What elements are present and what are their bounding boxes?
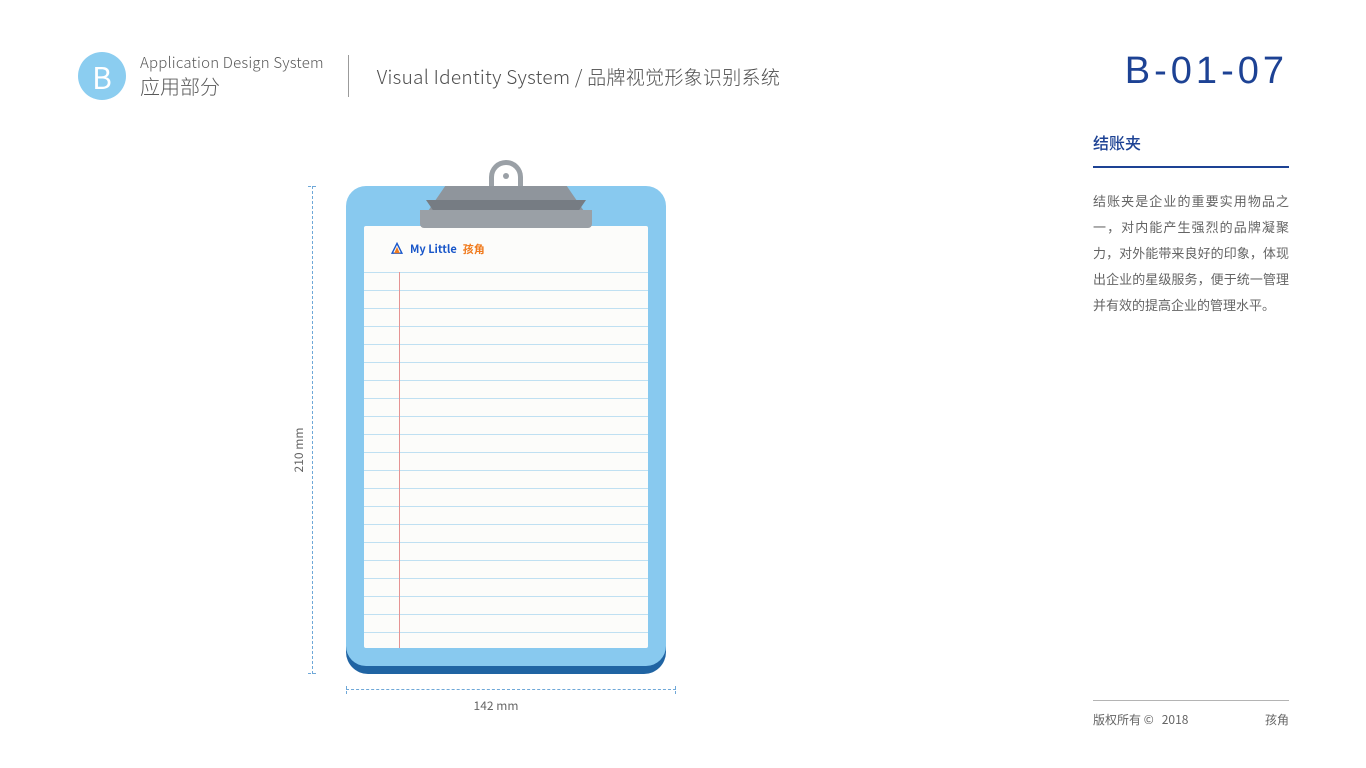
spec-rule [1093,166,1289,168]
page-code: B-01-07 [1125,50,1288,93]
dim-horizontal-tick [675,686,676,694]
section-titles: Application Design System 应用部分 [140,53,324,99]
section-subtitle-en: Application Design System [140,53,324,73]
paper-logo-row: My Little 孩角 [364,226,648,272]
dim-height-label: 210 mm [290,428,307,473]
dim-width-label: 142 mm [316,697,676,714]
clipboard-illustration: My Little 孩角 [346,186,666,674]
footer-copyright: 版权所有 © 2018 [1093,711,1188,728]
footer-brand: 孩角 [1265,711,1289,728]
brand-name-cn: 孩角 [463,241,485,257]
dim-horizontal-line [346,689,676,690]
brand-name-en: My Little [410,241,457,257]
dim-vertical-tick [308,673,316,674]
system-title: Visual Identity System / 品牌视觉形象识别系统 [377,63,780,90]
dim-vertical-tick [308,186,316,187]
clip-plate [420,210,592,228]
dim-vertical-line [312,186,313,674]
spec-body: 结账夹是企业的重要实用物品之一，对内能产生强烈的品牌凝聚力，对外能带来良好的印象… [1093,188,1289,318]
section-badge: B [78,52,126,100]
clipboard-clip [426,160,586,232]
spec-title: 结账夹 [1093,130,1289,154]
section-badge-letter: B [92,54,112,98]
clip-ring-icon [489,160,523,190]
product-figure: 210 mm 142 mm My Little 孩角 [316,170,736,730]
header-divider [348,55,349,97]
paper-ruled-lines [364,272,648,648]
spec-panel: 结账夹 结账夹是企业的重要实用物品之一，对内能产生强烈的品牌凝聚力，对外能带来良… [1093,130,1289,318]
page-footer: 版权所有 © 2018 孩角 [1093,700,1289,728]
brand-logo-icon [390,242,404,256]
dim-horizontal-tick [346,686,347,694]
clipboard-paper: My Little 孩角 [364,226,648,648]
section-subtitle-cn: 应用部分 [140,73,324,99]
